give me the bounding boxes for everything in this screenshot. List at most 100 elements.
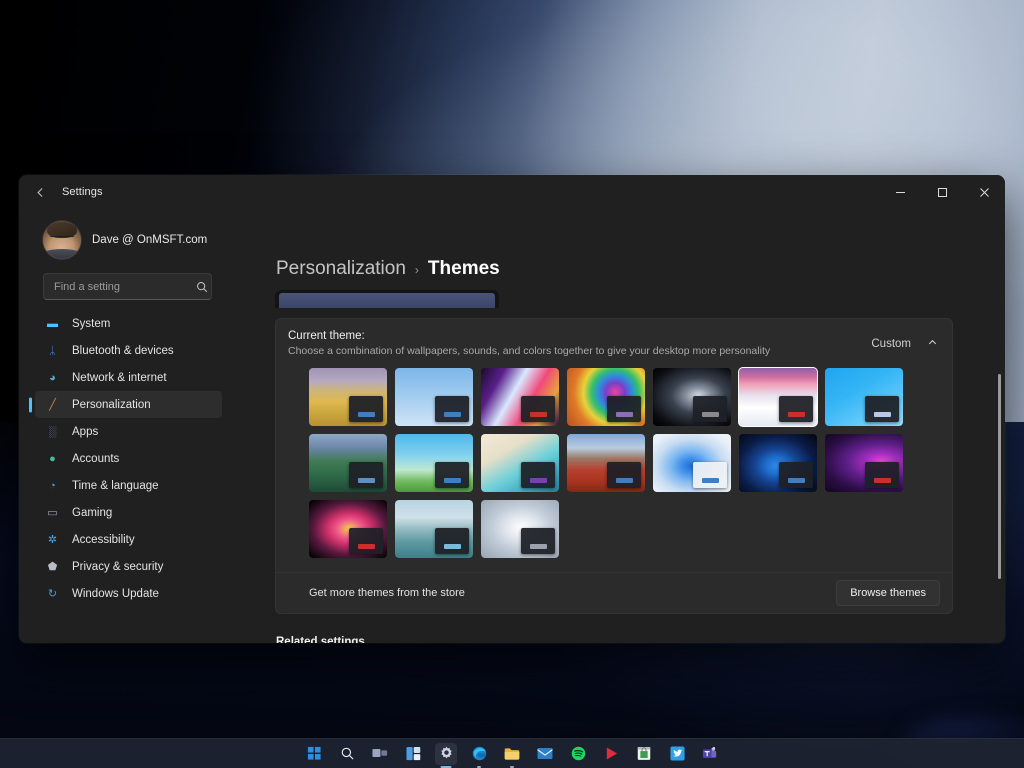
colorful-orb-theme[interactable]: [567, 368, 645, 426]
widgets-button[interactable]: [402, 743, 424, 765]
theme-window-preview: [435, 462, 469, 488]
sidebar-nav: ▬System ᛦ Bluetooth & devices ◕Network & in…: [19, 310, 230, 607]
dark-abstract-flow-theme[interactable]: [653, 368, 731, 426]
sidebar-item-bluetooth-devices[interactable]: ᛦ Bluetooth & devices: [35, 337, 222, 364]
windows-bloom-dark-theme[interactable]: [739, 434, 817, 492]
sidebar-item-apps[interactable]: ░Apps: [35, 418, 222, 445]
main-scroll-area: Personalization › Themes Current theme: …: [230, 209, 1005, 643]
teams-taskbar[interactable]: [699, 743, 721, 765]
minimize-button[interactable]: [879, 175, 921, 209]
folder-icon: [504, 747, 520, 761]
current-theme-header[interactable]: Current theme: Choose a combination of w…: [276, 319, 952, 368]
theme-window-preview: [693, 462, 727, 488]
theme-window-preview: [521, 528, 555, 554]
close-button[interactable]: [963, 175, 1005, 209]
theme-window-preview: [521, 396, 555, 422]
tropical-island-theme[interactable]: [481, 434, 559, 492]
windows-bloom-light-theme[interactable]: [653, 434, 731, 492]
mail-envelope-icon: [537, 747, 553, 760]
theme-window-preview: [865, 462, 899, 488]
tuscan-countryside-theme[interactable]: [309, 368, 387, 426]
theme-window-preview: [607, 462, 641, 488]
theme-accent-swatch: [788, 478, 805, 483]
theme-accent-swatch: [874, 478, 891, 483]
media-player-taskbar[interactable]: [600, 743, 622, 765]
theme-window-preview: [779, 462, 813, 488]
current-theme-value: Custom: [871, 338, 911, 350]
sidebar-item-system[interactable]: ▬System: [35, 310, 222, 337]
misty-lake-theme[interactable]: [395, 500, 473, 558]
black-white-stripes-theme[interactable]: [395, 368, 473, 426]
task-view-button[interactable]: [369, 743, 391, 765]
browse-themes-button[interactable]: Browse themes: [836, 580, 940, 606]
theme-accent-swatch: [358, 412, 375, 417]
green-lake-cabin-theme[interactable]: [309, 434, 387, 492]
settings-taskbar[interactable]: [435, 743, 457, 765]
breadcrumb-personalization[interactable]: Personalization: [276, 258, 406, 280]
gear-icon: [439, 746, 454, 761]
window-body: Dave @ OnMSFT.com ▬System ᛦ Bluetooth & de…: [19, 209, 1005, 643]
accessibility-icon: ✲: [45, 532, 60, 547]
dark-flower-petals-theme[interactable]: [309, 500, 387, 558]
sidebar-item-label: Bluetooth & devices: [72, 345, 174, 357]
scrollbar-thumb[interactable]: [998, 374, 1001, 579]
sidebar-item-label: Accounts: [72, 453, 119, 465]
sidebar-item-windows-update[interactable]: ↻Windows Update: [35, 580, 222, 607]
mail-taskbar[interactable]: [534, 743, 556, 765]
clock-icon: ◔: [45, 478, 60, 493]
apps-grid-icon: ░: [45, 424, 60, 439]
sidebar-item-gaming[interactable]: ▭Gaming: [35, 499, 222, 526]
network-globe-icon: ◕: [45, 370, 60, 385]
theme-accent-swatch: [530, 412, 547, 417]
start-button[interactable]: [303, 743, 325, 765]
spotify-taskbar[interactable]: [567, 743, 589, 765]
window-controls: [879, 175, 1005, 209]
search-box[interactable]: [43, 273, 212, 300]
cartoon-robot-theme[interactable]: [395, 434, 473, 492]
sidebar-item-network-internet[interactable]: ◕Network & internet: [35, 364, 222, 391]
theme-window-preview: [349, 396, 383, 422]
widgets-icon: [406, 746, 421, 761]
sidebar-item-time-language[interactable]: ◔Time & language: [35, 472, 222, 499]
window-titlebar: Settings: [19, 175, 1005, 209]
search-icon[interactable]: [196, 281, 208, 293]
edge-browser-icon: [472, 746, 487, 761]
theme-accent-swatch: [702, 478, 719, 483]
sidebar-item-personalization[interactable]: ╱Personalization: [35, 391, 222, 418]
theme-accent-swatch: [530, 478, 547, 483]
white-silk-flow-theme[interactable]: [481, 500, 559, 558]
theme-window-preview: [779, 396, 813, 422]
store-taskbar[interactable]: [633, 743, 655, 765]
search-input[interactable]: [54, 281, 196, 293]
purple-glow-theme[interactable]: [825, 434, 903, 492]
sidebar-item-privacy-security[interactable]: ⬟Privacy & security: [35, 553, 222, 580]
file-explorer-taskbar[interactable]: [501, 743, 523, 765]
bluetooth-icon: ᛦ: [45, 343, 60, 358]
store-label: Get more themes from the store: [309, 587, 836, 599]
search-icon: [340, 746, 355, 761]
sidebar-item-accounts[interactable]: ●Accounts: [35, 445, 222, 472]
breadcrumb-separator: ›: [415, 263, 419, 277]
windows-logo-icon: [307, 746, 322, 761]
theme-window-preview: [349, 462, 383, 488]
sidebar-item-label: Accessibility: [72, 534, 135, 546]
sidebar-item-accessibility[interactable]: ✲ Accessibility: [35, 526, 222, 553]
back-button[interactable]: [25, 177, 55, 207]
theme-accent-swatch: [616, 478, 633, 483]
prismatic-light-theme[interactable]: [481, 368, 559, 426]
search-button[interactable]: [336, 743, 358, 765]
red-wildflower-field-theme[interactable]: [567, 434, 645, 492]
teams-icon: [702, 746, 718, 761]
edge-taskbar[interactable]: [468, 743, 490, 765]
maximize-button[interactable]: [921, 175, 963, 209]
twitter-taskbar[interactable]: [666, 743, 688, 765]
profile-name: Dave @ OnMSFT.com: [92, 234, 207, 246]
snowy-mountain-theme[interactable]: [739, 368, 817, 426]
theme-window-preview: [693, 396, 727, 422]
bright-blue-gradient-theme[interactable]: [825, 368, 903, 426]
current-theme-subtitle: Choose a combination of wallpapers, soun…: [288, 345, 871, 357]
gamepad-icon: ▭: [45, 505, 60, 520]
theme-accent-swatch: [788, 412, 805, 417]
chevron-up-icon[interactable]: [927, 337, 938, 351]
profile-section[interactable]: Dave @ OnMSFT.com: [19, 209, 230, 267]
